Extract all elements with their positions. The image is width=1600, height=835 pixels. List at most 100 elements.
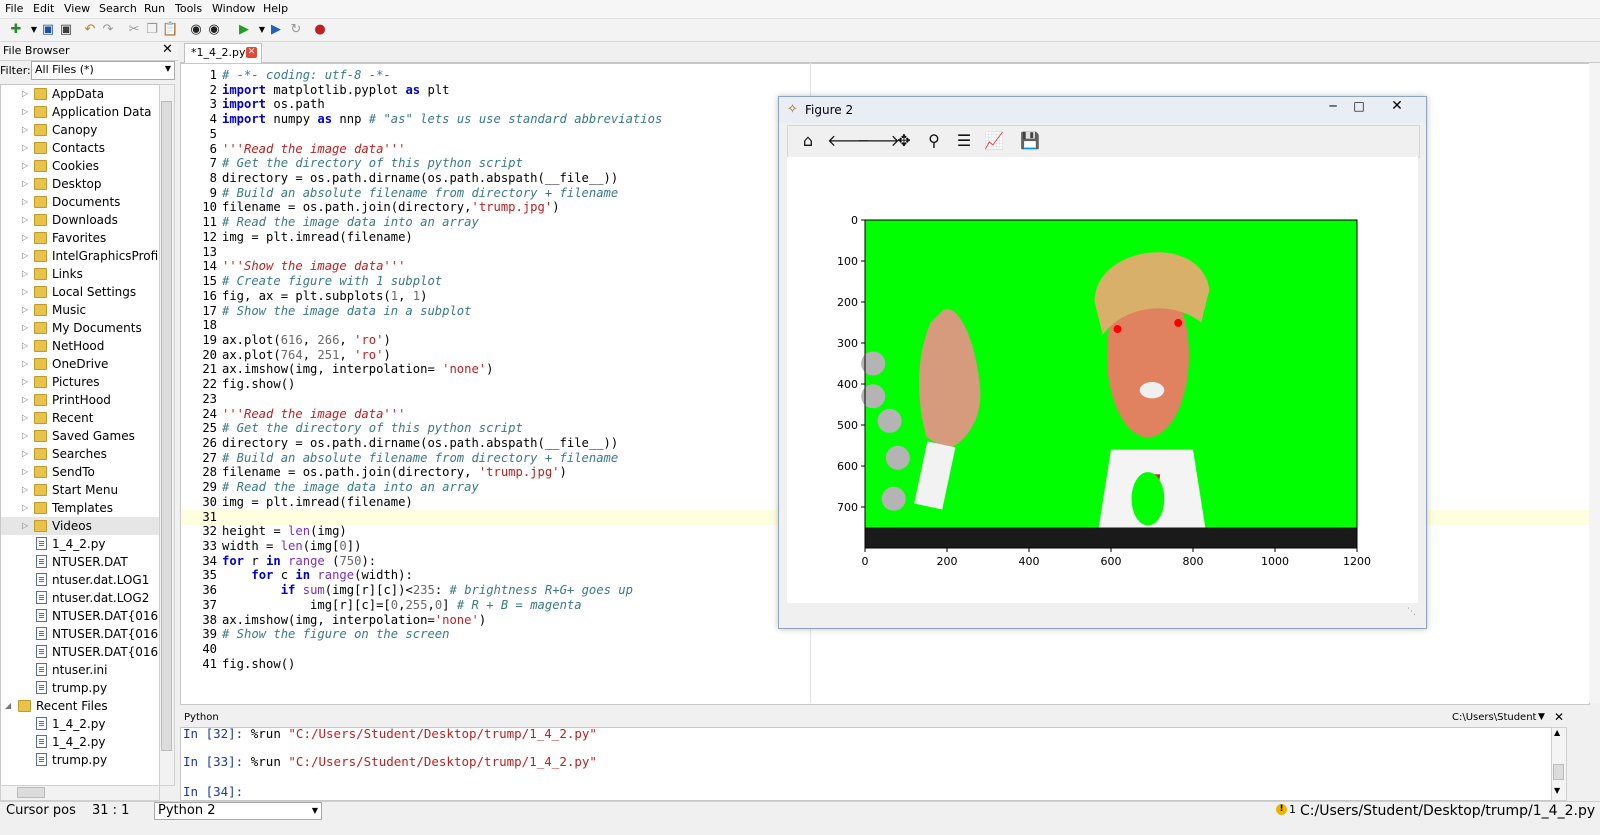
chevron-right-icon[interactable]: ▷ — [22, 463, 30, 481]
close-icon[interactable]: ✕ — [1554, 710, 1564, 724]
chevron-right-icon[interactable]: ▷ — [22, 355, 30, 373]
menu-tools[interactable]: Tools — [175, 2, 202, 15]
chevron-right-icon[interactable]: ▷ — [22, 157, 30, 175]
tree-item[interactable]: ▷ Local Settings — [1, 283, 159, 301]
menu-run[interactable]: Run — [144, 2, 165, 15]
tree-item[interactable]: NTUSER.DAT{01688 — [1, 625, 159, 643]
code-line[interactable]: 40 — [181, 642, 1589, 657]
menu-file[interactable]: File — [5, 2, 23, 15]
chevron-down-icon[interactable]: ◢ — [5, 697, 13, 715]
menu-edit[interactable]: Edit — [33, 2, 54, 15]
console-path-label[interactable]: C:\Users\Student — [1452, 712, 1536, 723]
tree-item[interactable]: 1_4_2.py — [1, 535, 159, 553]
tree-item[interactable]: ▷ Saved Games — [1, 427, 159, 445]
menu-window[interactable]: Window — [212, 2, 255, 15]
pan-icon[interactable]: ✥ — [893, 131, 915, 151]
chevron-right-icon[interactable]: ▷ — [22, 121, 30, 139]
tree-item[interactable]: ▷ Application Data — [1, 103, 159, 121]
scrollbar-thumb[interactable] — [17, 787, 45, 798]
tree-item[interactable]: ▷ SendTo — [1, 463, 159, 481]
menu-search[interactable]: Search — [99, 2, 137, 15]
tree-item[interactable]: ▷ Templates — [1, 499, 159, 517]
resize-grip-icon[interactable]: ⋱ — [1407, 607, 1416, 617]
chevron-right-icon[interactable]: ▷ — [22, 103, 30, 121]
tree-item[interactable]: ▷ IntelGraphicsProfile — [1, 247, 159, 265]
chevron-right-icon[interactable]: ▷ — [22, 211, 30, 229]
close-window-icon[interactable]: ✕ — [1379, 98, 1415, 116]
run-icon[interactable]: ▶ — [236, 22, 252, 38]
scroll-down-icon[interactable]: ▼ — [1554, 786, 1560, 795]
tree-item[interactable]: ntuser.dat.LOG2 — [1, 589, 159, 607]
recent-files-header[interactable]: ◢ Recent Files — [1, 697, 159, 715]
recent-file-item[interactable]: 1_4_2.py — [1, 733, 159, 751]
recent-file-item[interactable]: trump.py — [1, 751, 159, 769]
edit-axes-icon[interactable]: 📈 — [983, 131, 1005, 151]
stop-icon[interactable]: ● — [312, 22, 328, 38]
tree-item[interactable]: ▷ OneDrive — [1, 355, 159, 373]
maximize-icon[interactable]: □ — [1347, 99, 1371, 117]
chevron-right-icon[interactable]: ▷ — [22, 301, 30, 319]
chevron-right-icon[interactable]: ▷ — [22, 139, 30, 157]
tree-item[interactable]: ntuser.dat.LOG1 — [1, 571, 159, 589]
code-line[interactable]: 39 # Show the figure on the screen — [181, 627, 1589, 642]
file-tree-vscrollbar[interactable] — [159, 84, 175, 786]
chevron-right-icon[interactable]: ▷ — [22, 445, 30, 463]
tree-item[interactable]: ▷ AppData — [1, 85, 159, 103]
chevron-right-icon[interactable]: ▷ — [22, 409, 30, 427]
tree-item[interactable]: ntuser.ini — [1, 661, 159, 679]
tree-item[interactable]: trump.py — [1, 679, 159, 697]
chevron-right-icon[interactable]: ▷ — [22, 175, 30, 193]
figure-canvas[interactable]: 0 200 400 600 800 1000 1200 0 100 200 300 400 500 600… — [787, 157, 1418, 603]
tree-item[interactable]: NTUSER.DAT{01688 — [1, 643, 159, 661]
chevron-right-icon[interactable]: ▷ — [22, 499, 30, 517]
recent-file-item[interactable]: 1_4_2.py — [1, 715, 159, 733]
menu-help[interactable]: Help — [263, 2, 288, 15]
tree-item[interactable]: ▷ Documents — [1, 193, 159, 211]
tree-item[interactable]: ▷ NetHood — [1, 337, 159, 355]
minimize-icon[interactable]: ─ — [1321, 99, 1345, 117]
chevron-right-icon[interactable]: ▷ — [22, 85, 30, 103]
tree-item[interactable]: ▷ Desktop — [1, 175, 159, 193]
chevron-right-icon[interactable]: ▷ — [22, 481, 30, 499]
scroll-up-icon[interactable]: ▲ — [1554, 728, 1560, 737]
new-file-icon[interactable]: ✚ — [8, 22, 24, 38]
find-icon[interactable]: ◉ — [188, 22, 204, 38]
filter-select[interactable]: All Files (*) ▼ — [31, 61, 175, 80]
chevron-right-icon[interactable]: ▷ — [22, 229, 30, 247]
tree-item[interactable]: ▷ Contacts — [1, 139, 159, 157]
tree-item[interactable]: ▷ Links — [1, 265, 159, 283]
chevron-right-icon[interactable]: ▷ — [22, 517, 30, 535]
cut-icon[interactable]: ✂ — [126, 22, 142, 38]
editor-vscrollbar[interactable] — [1589, 63, 1600, 703]
scrollbar-thumb[interactable] — [1553, 764, 1564, 780]
save-figure-icon[interactable]: 💾 — [1019, 131, 1041, 151]
tree-item[interactable]: ▷ Searches — [1, 445, 159, 463]
chevron-right-icon[interactable]: ▷ — [22, 193, 30, 211]
tree-item[interactable]: ▷ Music — [1, 301, 159, 319]
paste-icon[interactable]: 📋 — [162, 22, 178, 38]
redo-icon[interactable]: ↷ — [100, 22, 116, 38]
back-icon[interactable]: 🡐 — [827, 131, 870, 151]
forward-icon[interactable]: 🡒 — [857, 131, 900, 151]
code-line[interactable]: 41 fig.show() — [181, 657, 1589, 672]
console-tab-label[interactable]: Python — [184, 712, 219, 723]
tree-item[interactable]: ▷ Pictures — [1, 373, 159, 391]
interpreter-select[interactable]: Python 2 ▼ — [154, 802, 322, 820]
copy-icon[interactable]: ❐ — [144, 22, 160, 38]
find-replace-icon[interactable]: ◉ — [206, 22, 222, 38]
chevron-right-icon[interactable]: ▷ — [22, 427, 30, 445]
chevron-right-icon[interactable]: ▷ — [22, 373, 30, 391]
tree-item[interactable]: ▷ Cookies — [1, 157, 159, 175]
chevron-down-icon[interactable]: ▼ — [1538, 712, 1545, 722]
undo-icon[interactable]: ↶ — [82, 22, 98, 38]
console-vscrollbar[interactable]: ▲ ▼ — [1551, 727, 1567, 801]
tree-item[interactable]: ▷ Favorites — [1, 229, 159, 247]
chevron-right-icon[interactable]: ▷ — [22, 337, 30, 355]
save-all-icon[interactable]: ▣ — [58, 22, 74, 38]
configure-subplots-icon[interactable]: ☰ — [953, 131, 975, 151]
editor-tab[interactable]: *1_4_2.py ✕ — [184, 43, 262, 63]
chevron-right-icon[interactable]: ▷ — [22, 391, 30, 409]
chevron-right-icon[interactable]: ▷ — [22, 283, 30, 301]
zoom-icon[interactable]: ⚲ — [923, 131, 945, 151]
python-console[interactable]: In [32]: %run "C:/Users/Student/Desktop/… — [180, 727, 1552, 801]
